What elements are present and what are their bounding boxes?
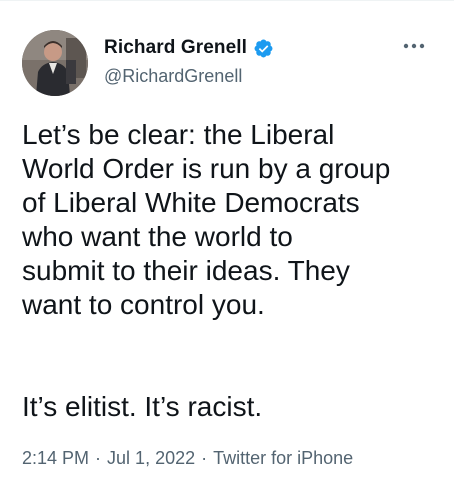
tweet-text: Let’s be clear: the Liberal World Order … [22,119,391,320]
profile-photo-icon [22,30,88,96]
author-name-row[interactable]: Richard Grenell [104,35,274,61]
tweet-source[interactable]: Twitter for iPhone [213,448,353,469]
tweet-text-closing: It’s elitist. It’s racist. [22,391,263,422]
author-handle[interactable]: @RichardGrenell [104,66,242,87]
tweet: Richard Grenell @RichardGrenell Let’s be… [0,0,454,500]
verified-badge-icon [254,39,273,57]
author-display-name[interactable]: Richard Grenell [104,37,247,59]
meta-separator: · [95,448,102,468]
tweet-date[interactable]: Jul 1, 2022 [107,448,195,469]
meta-separator: · [201,448,208,468]
tweet-metadata: 2:14 PM · Jul 1, 2022 · Twitter for iPho… [22,448,353,469]
avatar[interactable] [22,30,88,96]
tweet-time[interactable]: 2:14 PM [22,448,89,469]
more-horizontal-icon [403,43,425,49]
more-options-button[interactable] [398,36,430,56]
